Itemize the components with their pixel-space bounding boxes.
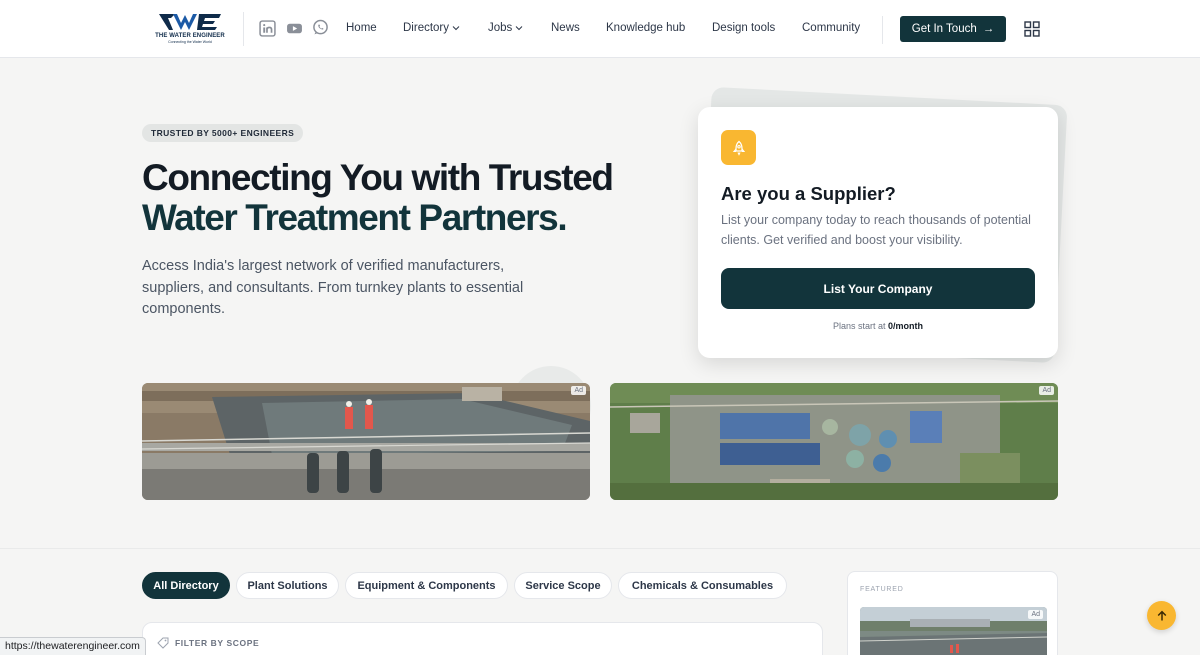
nav-knowledge-hub-label: Knowledge hub [606,22,686,34]
nav-home[interactable]: Home [346,22,377,34]
nav-directory[interactable]: Directory [403,22,460,34]
site-header: THE WATER ENGINEER Connecting the Water … [0,0,1200,58]
hero-title: Connecting You with Trusted Water Treatm… [142,158,682,238]
nav-community-label: Community [802,22,861,34]
youtube-icon[interactable] [286,20,303,37]
header-divider [243,12,244,46]
ad-banner-left[interactable]: Ad [142,383,590,500]
featured-ad[interactable]: Ad [860,607,1047,655]
logo-mark-icon [159,14,221,30]
featured-plant-image [860,607,1047,655]
treatment-tank-image [142,383,590,500]
tag-icon [157,637,169,649]
supplier-card-title: Are you a Supplier? [721,183,896,204]
nav-jobs[interactable]: Jobs [488,22,523,34]
chip-all-directory[interactable]: All Directory [142,572,230,599]
nav-design-tools-label: Design tools [712,22,776,34]
aerial-plant-image [610,383,1058,500]
rocket-icon [721,130,756,165]
linkedin-icon[interactable] [259,20,276,37]
hero-description: Access India's largest network of verifi… [142,258,524,317]
hero-title-line1: Connecting You with Trusted [142,157,614,198]
chip-service-scope[interactable]: Service Scope [514,572,612,599]
featured-label: FEATURED [860,586,904,593]
chevron-down-icon [452,26,460,31]
nav-news[interactable]: News [551,22,580,34]
apps-grid-icon[interactable] [1024,21,1040,37]
header-divider [882,16,883,44]
nav-design-tools[interactable]: Design tools [712,22,775,34]
scroll-to-top-button[interactable] [1147,601,1176,630]
plans-note: Plans start at 0/month [698,321,1058,331]
chip-chemicals-consumables[interactable]: Chemicals & Consumables [618,572,787,599]
arrow-up-icon [1157,610,1166,620]
browser-status-url: https://thewaterengineer.com [0,637,146,655]
whatsapp-icon[interactable] [312,19,329,36]
site-logo[interactable]: THE WATER ENGINEER Connecting the Water … [154,12,226,46]
nav-directory-label: Directory [403,22,450,34]
plans-prefix: Plans start at [832,321,889,331]
nav-jobs-label: Jobs [488,22,513,34]
nav-knowledge-hub[interactable]: Knowledge hub [606,22,685,34]
get-in-touch-button[interactable]: Get In Touch → [900,16,1006,42]
supplier-card: Are you a Supplier? List your company to… [698,107,1058,358]
chip-plant-solutions[interactable]: Plant Solutions [236,572,339,599]
featured-panel: FEATURED Ad [847,571,1058,655]
chevron-down-icon [515,26,523,31]
supplier-card-description: List your company today to reach thousan… [721,213,1031,247]
ad-label: Ad [1028,610,1043,619]
plans-price: 0/month [888,321,924,331]
nav-home-label: Home [346,22,377,34]
ad-banner-right[interactable]: Ad [610,383,1058,500]
filter-by-scope-label: FILTER BY SCOPE [175,638,260,648]
list-your-company-button[interactable]: List Your Company [721,268,1035,309]
get-in-touch-label: Get In Touch [911,23,977,35]
hero-title-line2: Water Treatment Partners. [142,197,568,238]
ad-label: Ad [1039,386,1054,395]
logo-text: THE WATER ENGINEER [155,33,225,39]
arrow-right-icon: → [982,23,995,35]
nav-community[interactable]: Community [802,22,860,34]
filter-panel: FILTER BY SCOPE [142,622,823,655]
section-divider [0,548,1200,549]
nav-news-label: News [551,22,580,34]
trust-badge: TRUSTED BY 5000+ ENGINEERS [142,124,304,142]
ad-label: Ad [571,386,586,395]
logo-tagline: Connecting the Water World [168,40,212,44]
chip-equipment-components[interactable]: Equipment & Components [345,572,508,599]
